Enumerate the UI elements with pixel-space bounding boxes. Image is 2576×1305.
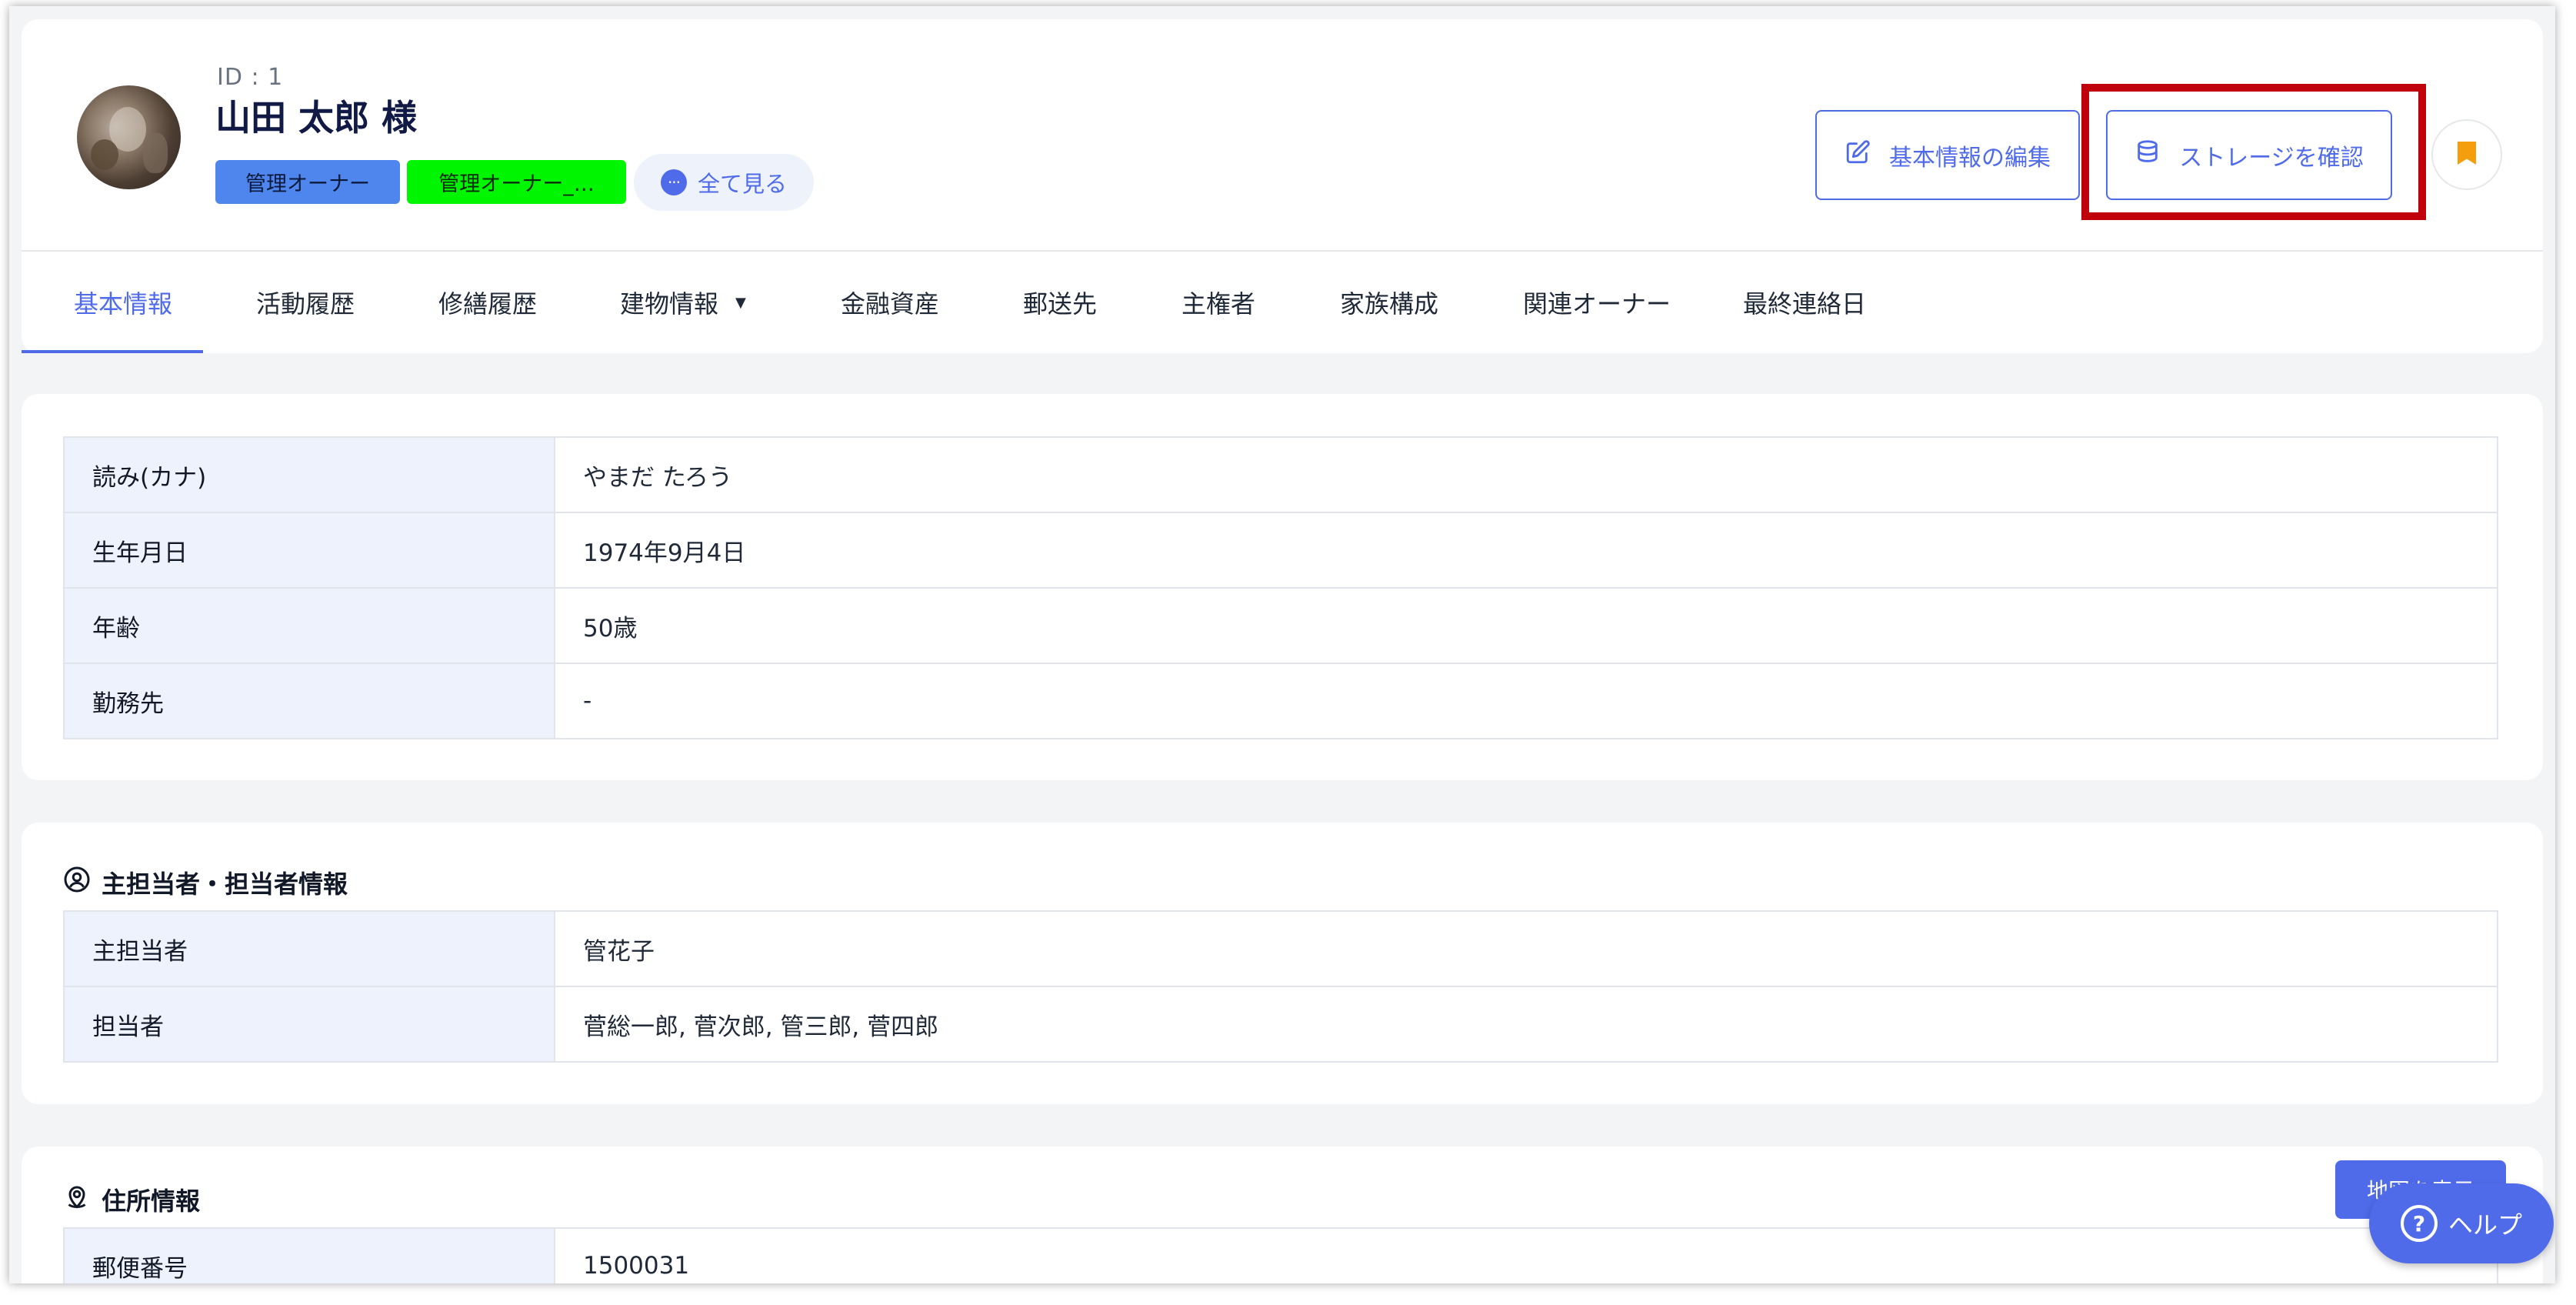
more-dots-icon: ···: [660, 169, 687, 195]
table-row: 読み(カナ) やまだ たろう: [63, 436, 2498, 513]
tab-repair-history[interactable]: 修繕履歴: [438, 252, 537, 353]
row-label: 生年月日: [63, 512, 555, 589]
row-label: 読み(カナ): [63, 436, 555, 513]
owner-name: 山田 太郎 様: [215, 97, 418, 139]
row-label: 主担当者: [63, 910, 555, 987]
active-tab-indicator: [22, 350, 203, 353]
database-icon: [2134, 139, 2161, 172]
table-row: 主担当者 管花子: [63, 910, 2498, 987]
staff-section-title: 主担当者・担当者情報: [63, 865, 348, 900]
tab-building-info[interactable]: 建物情報 ▼: [620, 252, 746, 353]
table-row: 担当者 菅総一郎, 菅次郎, 管三郎, 菅四郎: [63, 986, 2498, 1063]
row-value: 50歳: [554, 587, 2498, 664]
row-label: 郵便番号: [63, 1227, 555, 1283]
basic-info-table: 読み(カナ) やまだ たろう 生年月日 1974年9月4日 年齢 50歳 勤務先…: [63, 436, 2498, 739]
tab-activity-history[interactable]: 活動履歴: [256, 252, 355, 353]
table-row: 年齢 50歳: [63, 587, 2498, 664]
bookmark-button[interactable]: [2431, 119, 2502, 190]
check-storage-button[interactable]: ストレージを確認: [2106, 110, 2392, 200]
tab-financial-assets[interactable]: 金融資産: [841, 252, 939, 353]
address-section-title: 住所情報: [63, 1182, 200, 1217]
row-label: 勤務先: [63, 663, 555, 739]
table-row: 勤務先 -: [63, 663, 2498, 739]
tab-last-contact[interactable]: 最終連絡日: [1743, 252, 1866, 353]
table-row: 郵便番号 1500031: [63, 1227, 2498, 1283]
tab-mailing-address[interactable]: 郵送先: [1023, 252, 1097, 353]
row-value: 管花子: [554, 910, 2498, 987]
row-value: 1974年9月4日: [554, 512, 2498, 589]
row-value: -: [554, 663, 2498, 739]
help-label: ヘルプ: [2448, 1210, 2522, 1240]
help-button[interactable]: ? ヘルプ: [2369, 1183, 2554, 1263]
user-circle-icon: [63, 866, 91, 899]
staff-info-table: 主担当者 管花子 担当者 菅総一郎, 菅次郎, 管三郎, 菅四郎: [63, 910, 2498, 1063]
row-value: 菅総一郎, 菅次郎, 管三郎, 菅四郎: [554, 986, 2498, 1063]
check-storage-label: ストレージを確認: [2179, 144, 2364, 172]
location-pin-icon: [63, 1183, 91, 1217]
caret-down-icon: ▼: [735, 294, 746, 311]
owner-id: ID : 1: [217, 64, 284, 91]
status-badge-management-owner: 管理オーナー: [215, 160, 400, 204]
app-frame: ID : 1 山田 太郎 様 管理オーナー 管理オーナー_… ··· 全て見る …: [9, 6, 2555, 1283]
tab-related-owners[interactable]: 関連オーナー: [1523, 252, 1671, 353]
tab-bar: 基本情報 活動履歴 修繕履歴 建物情報 ▼ 金融資産 郵送先 主権者 家族構成 関…: [22, 252, 2543, 353]
address-info-card: 住所情報 地図を表示 郵便番号 1500031: [22, 1146, 2543, 1283]
row-label: 担当者: [63, 986, 555, 1063]
basic-info-card: 読み(カナ) やまだ たろう 生年月日 1974年9月4日 年齢 50歳 勤務先…: [22, 394, 2543, 780]
row-label: 年齢: [63, 587, 555, 664]
edit-icon: [1845, 139, 1871, 172]
address-info-table: 郵便番号 1500031: [63, 1227, 2498, 1283]
staff-info-card: 主担当者・担当者情報 主担当者 管花子 担当者 菅総一郎, 菅次郎, 管三郎, …: [22, 823, 2543, 1104]
see-all-badges-button[interactable]: ··· 全て見る: [634, 154, 814, 211]
owner-header-card: ID : 1 山田 太郎 様 管理オーナー 管理オーナー_… ··· 全て見る …: [22, 19, 2543, 353]
row-value: 1500031: [554, 1227, 2498, 1283]
tab-basic-info[interactable]: 基本情報: [74, 252, 172, 353]
edit-basic-info-label: 基本情報の編集: [1889, 144, 2051, 172]
status-badge-management-owner-2: 管理オーナー_…: [407, 160, 626, 204]
edit-basic-info-button[interactable]: 基本情報の編集: [1815, 110, 2080, 200]
tab-sovereign[interactable]: 主権者: [1181, 252, 1255, 353]
question-circle-icon: ?: [2400, 1205, 2438, 1242]
table-row: 生年月日 1974年9月4日: [63, 512, 2498, 589]
tab-family[interactable]: 家族構成: [1340, 252, 1438, 353]
see-all-label: 全て見る: [697, 171, 787, 197]
avatar: [77, 85, 181, 189]
row-value: やまだ たろう: [554, 436, 2498, 513]
bookmark-icon: [2455, 139, 2478, 170]
